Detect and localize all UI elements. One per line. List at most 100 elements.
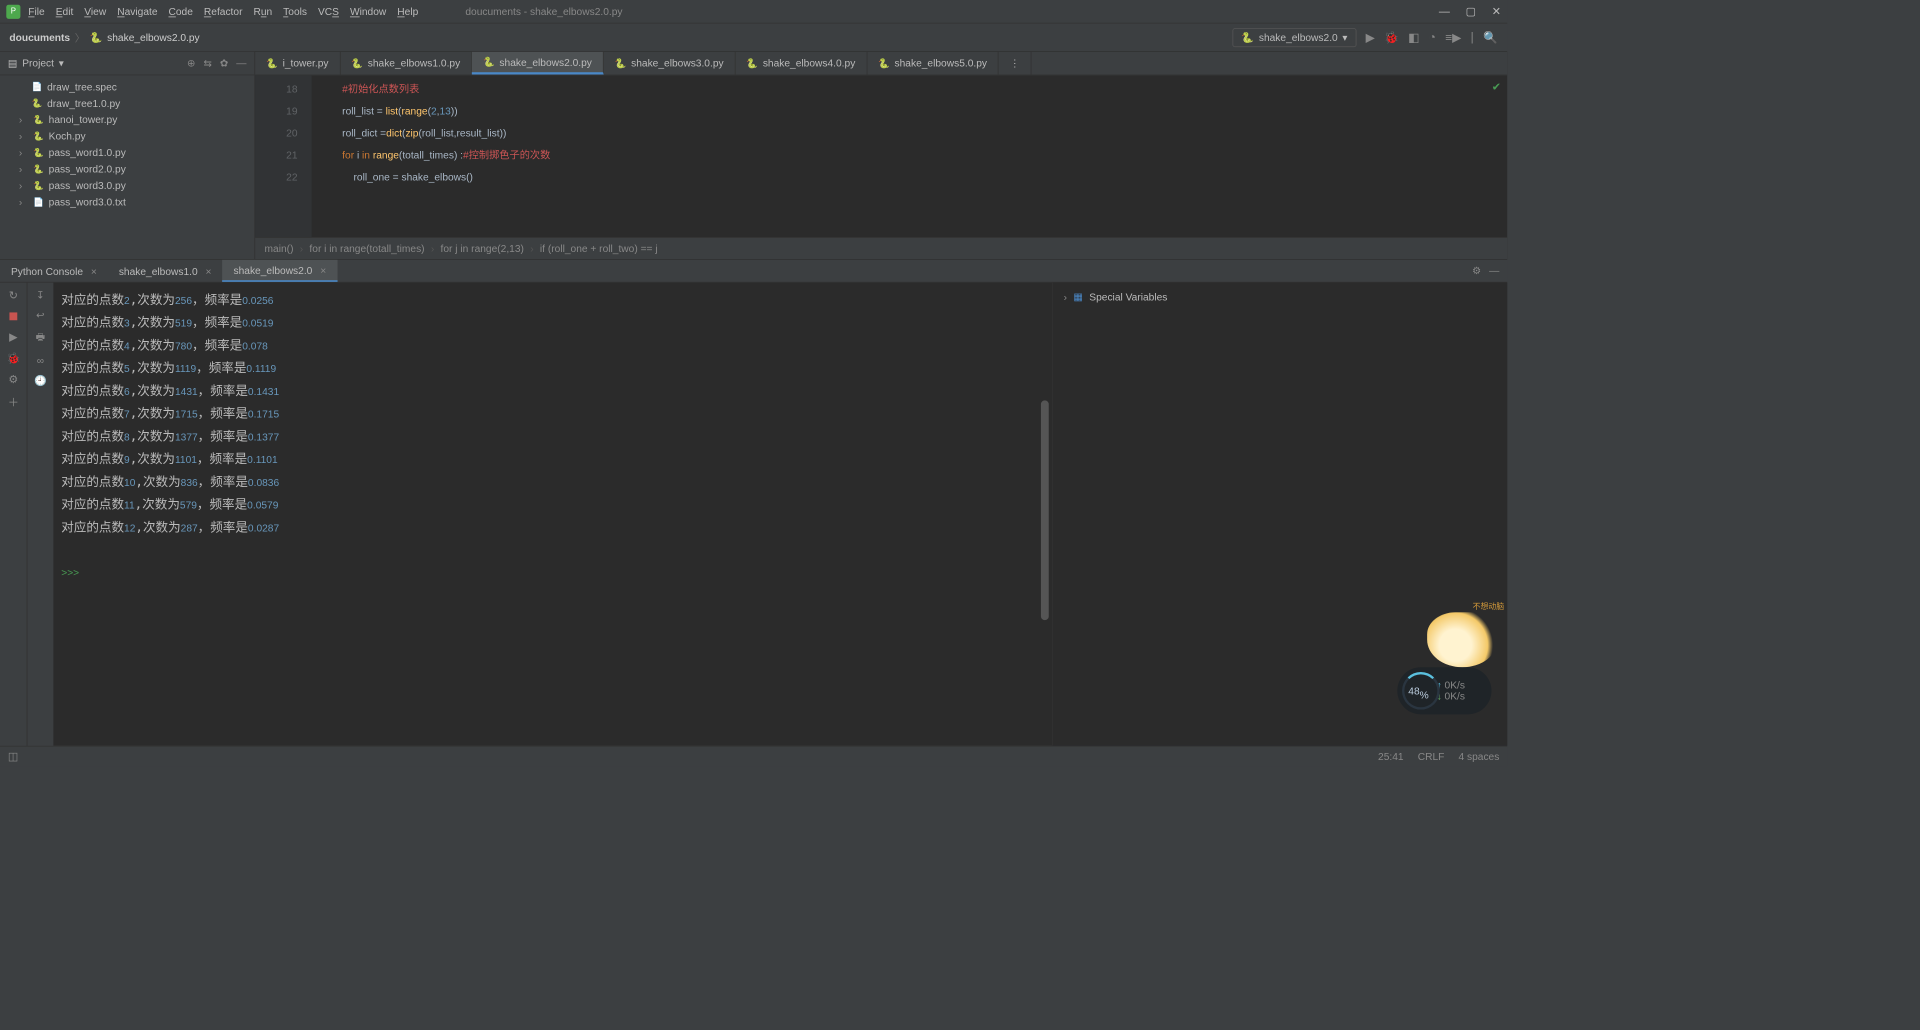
- menu-help[interactable]: Help: [397, 5, 418, 17]
- editor-tab[interactable]: 🐍 shake_elbows2.0.py: [472, 52, 604, 75]
- add-button[interactable]: ＋: [8, 394, 19, 410]
- editor-tab[interactable]: 🐍shake_elbows3.0.py: [604, 52, 736, 75]
- soft-wrap-button[interactable]: ↩: [36, 309, 45, 322]
- cpu-ring-icon: [1402, 672, 1440, 710]
- more-tabs-button[interactable]: ⋮: [999, 52, 1032, 75]
- project-icon: ▤: [8, 57, 18, 70]
- tree-item[interactable]: ›📄pass_word3.0.txt: [0, 194, 254, 210]
- tree-item[interactable]: 📄draw_tree.spec: [0, 79, 254, 95]
- close-icon[interactable]: ×: [91, 265, 97, 277]
- console-hide-button[interactable]: —: [1489, 265, 1499, 278]
- code-content[interactable]: #初始化点数列表 roll_list = list(range(2,13)) r…: [312, 75, 1508, 237]
- close-button[interactable]: ✕: [1492, 5, 1501, 18]
- network-widget[interactable]: 48% ↑ 0K/s ↓ 0K/s: [1397, 667, 1491, 714]
- menu-view[interactable]: View: [84, 5, 106, 17]
- project-tree[interactable]: 📄draw_tree.spec🐍draw_tree1.0.py›🐍hanoi_t…: [0, 75, 254, 213]
- tree-item[interactable]: ›🐍Koch.py: [0, 128, 254, 144]
- file-name: pass_word3.0.txt: [49, 196, 126, 208]
- python-file-icon: 🐍: [746, 58, 758, 69]
- python-file-icon: 🐍: [90, 31, 103, 44]
- variables-panel[interactable]: › ▦ Special Variables 48% ↑ 0K/s ↓ 0K/s: [1052, 283, 1507, 746]
- tree-item[interactable]: ›🐍pass_word2.0.py: [0, 161, 254, 177]
- console-tab[interactable]: shake_elbows2.0 ×: [222, 260, 337, 282]
- console-settings-icon[interactable]: ⚙: [1472, 265, 1481, 278]
- search-everywhere-button[interactable]: 🔍: [1483, 30, 1498, 44]
- rerun-button[interactable]: ↻: [9, 289, 18, 302]
- resume-button[interactable]: ▶: [9, 330, 17, 343]
- close-icon[interactable]: ×: [206, 265, 212, 277]
- stop-button[interactable]: [9, 310, 17, 323]
- history-button[interactable]: 🕘: [34, 374, 47, 387]
- profile-button[interactable]: ◔: [1429, 31, 1436, 44]
- hide-button[interactable]: —: [236, 57, 246, 70]
- menu-run[interactable]: Run: [253, 5, 272, 17]
- indent-setting[interactable]: 4 spaces: [1458, 750, 1499, 762]
- menu-code[interactable]: Code: [168, 5, 192, 17]
- file-name: draw_tree1.0.py: [47, 97, 120, 109]
- settings-button[interactable]: ⚙: [8, 373, 18, 386]
- editor-tabs: 🐍i_tower.py🐍shake_elbows1.0.py🐍shake_elb…: [255, 52, 1507, 76]
- close-icon[interactable]: ×: [320, 264, 326, 276]
- settings-icon[interactable]: ✿: [220, 57, 229, 70]
- breadcrumb-root[interactable]: doucuments: [9, 31, 70, 43]
- tree-item[interactable]: ›🐍pass_word3.0.py: [0, 177, 254, 193]
- run-anything-button[interactable]: ≡▶: [1445, 30, 1461, 44]
- python-file-icon: 🐍: [1241, 31, 1254, 44]
- expand-all-button[interactable]: ⇆: [203, 57, 212, 70]
- menu-navigate[interactable]: Navigate: [117, 5, 157, 17]
- menu-tools[interactable]: Tools: [283, 5, 307, 17]
- code-editor[interactable]: ✔ 1819202122 #初始化点数列表 roll_list = list(r…: [255, 75, 1507, 237]
- tree-item[interactable]: 🐍draw_tree1.0.py: [0, 95, 254, 111]
- chevron-right-icon[interactable]: ›: [1064, 291, 1067, 303]
- tab-label: i_tower.py: [283, 57, 329, 69]
- menu-refactor[interactable]: Refactor: [204, 5, 243, 17]
- chevron-down-icon: ▾: [1342, 31, 1347, 44]
- tool-window-toggle[interactable]: ◫: [8, 750, 18, 763]
- python-file-icon: 🐍: [33, 147, 44, 158]
- code-crumb[interactable]: for i in range(totall_times): [309, 243, 424, 255]
- editor-tab[interactable]: 🐍i_tower.py: [255, 52, 340, 75]
- python-file-icon: 🐍: [483, 57, 495, 68]
- tree-item[interactable]: ›🐍hanoi_tower.py: [0, 111, 254, 127]
- file-name: pass_word2.0.py: [49, 163, 126, 175]
- code-crumb[interactable]: main(): [265, 243, 294, 255]
- console-tab[interactable]: shake_elbows1.0×: [108, 260, 223, 282]
- run-config-selector[interactable]: 🐍 shake_elbows2.0 ▾: [1233, 28, 1356, 47]
- run-button[interactable]: ▶: [1366, 30, 1375, 44]
- scrollbar[interactable]: [1041, 400, 1049, 620]
- select-opened-file-button[interactable]: ⊕: [187, 57, 196, 70]
- editor-tab[interactable]: 🐍shake_elbows5.0.py: [867, 52, 999, 75]
- debug-console-button[interactable]: 🐞: [7, 352, 21, 365]
- breadcrumb-file[interactable]: shake_elbows2.0.py: [107, 31, 199, 43]
- scroll-to-end-button[interactable]: ↧: [36, 289, 45, 302]
- editor-tab[interactable]: 🐍shake_elbows1.0.py: [340, 52, 472, 75]
- console-run-tools: ↻ ▶ 🐞 ⚙ ＋: [0, 283, 27, 746]
- tab-label: shake_elbows2.0.py: [499, 56, 591, 68]
- chevron-right-icon: ›: [19, 147, 28, 159]
- menu-edit[interactable]: Edit: [56, 5, 74, 17]
- menu-vcs[interactable]: VCS: [318, 5, 339, 17]
- show-vars-button[interactable]: ∞: [37, 355, 44, 367]
- python-file-icon: 🐍: [33, 114, 44, 125]
- tree-item[interactable]: ›🐍pass_word1.0.py: [0, 144, 254, 160]
- gutter: 1819202122: [255, 75, 312, 237]
- code-breadcrumbs[interactable]: main() › for i in range(totall_times) › …: [255, 237, 1507, 259]
- cursor-position[interactable]: 25:41: [1378, 750, 1404, 762]
- chevron-down-icon[interactable]: ▾: [59, 57, 64, 70]
- console-output[interactable]: 对应的点数2,次数为256，频率是0.0256 对应的点数3,次数为519，频率…: [53, 283, 1052, 746]
- editor-tab[interactable]: 🐍shake_elbows4.0.py: [735, 52, 867, 75]
- menu-window[interactable]: Window: [350, 5, 386, 17]
- problems-ok-icon[interactable]: ✔: [1492, 80, 1501, 93]
- code-crumb[interactable]: for j in range(2,13): [441, 243, 524, 255]
- line-separator[interactable]: CRLF: [1418, 750, 1445, 762]
- tab-label: shake_elbows2.0: [233, 264, 312, 276]
- statusbar: ◫ 25:41 CRLF 4 spaces: [0, 746, 1507, 766]
- maximize-button[interactable]: ▢: [1466, 5, 1476, 18]
- code-crumb[interactable]: if (roll_one + roll_two) == j: [540, 243, 658, 255]
- console-tab[interactable]: Python Console×: [0, 260, 108, 282]
- minimize-button[interactable]: —: [1439, 5, 1450, 18]
- print-button[interactable]: 🖶: [36, 330, 46, 347]
- debug-button[interactable]: 🐞: [1384, 30, 1399, 44]
- coverage-button[interactable]: ◧: [1408, 30, 1419, 44]
- menu-file[interactable]: File: [28, 5, 44, 17]
